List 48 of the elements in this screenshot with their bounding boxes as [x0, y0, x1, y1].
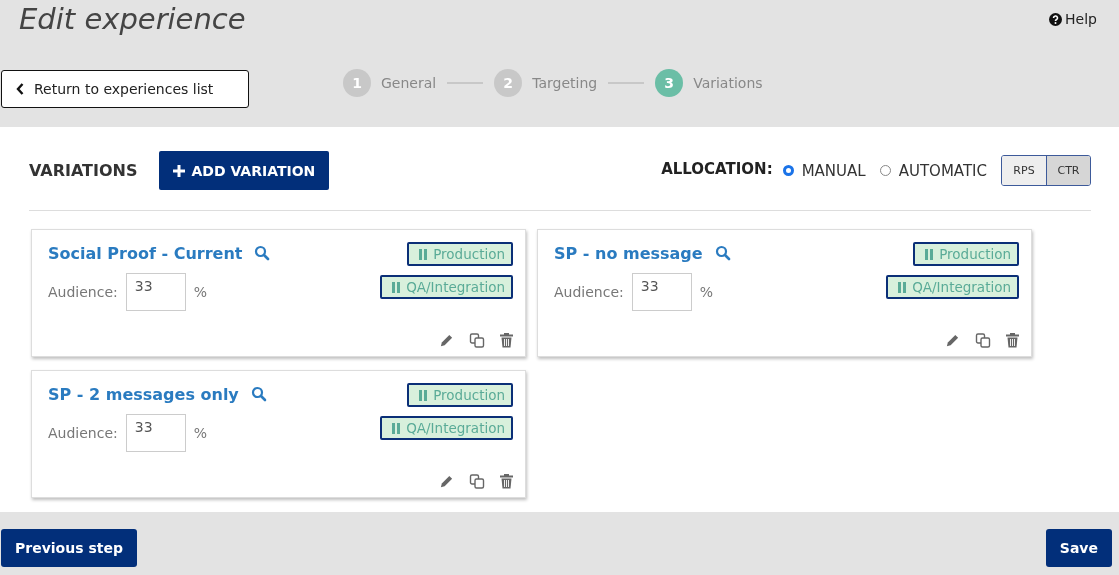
- help-icon: [1049, 12, 1063, 26]
- radio-label[interactable]: MANUAL: [801, 161, 866, 180]
- pause-icon: [392, 281, 401, 293]
- variation-name[interactable]: SP - 2 messages only: [48, 385, 239, 404]
- audience-label: Audience:: [554, 284, 624, 300]
- copy-icon[interactable]: [469, 473, 485, 489]
- trash-icon[interactable]: [1006, 333, 1019, 348]
- audience-input[interactable]: 33: [125, 273, 186, 311]
- radio-button[interactable]: [782, 165, 794, 176]
- audience-input[interactable]: 33: [125, 414, 186, 452]
- radio-button[interactable]: [879, 165, 891, 176]
- back-button[interactable]: Return to experiences list: [1, 70, 249, 108]
- pencil-icon[interactable]: [945, 333, 960, 348]
- add-variation-button[interactable]: ADD VARIATION: [159, 151, 330, 190]
- search-icon[interactable]: [254, 244, 271, 261]
- audience-label: Audience:: [48, 425, 118, 441]
- toggle-button[interactable]: RPS: [1002, 156, 1046, 185]
- pause-icon: [925, 248, 934, 260]
- audience-input[interactable]: 33: [631, 273, 692, 311]
- variation-name[interactable]: SP - no message: [554, 244, 703, 263]
- pause-icon: [392, 422, 401, 434]
- copy-icon[interactable]: [975, 332, 991, 348]
- percent-label: %: [193, 425, 208, 441]
- page-title: Edit experience: [19, 2, 246, 36]
- variation-name[interactable]: Social Proof - Current: [48, 244, 243, 263]
- copy-icon[interactable]: [469, 332, 485, 348]
- percent-label: %: [699, 284, 714, 300]
- audience-label: Audience:: [48, 284, 118, 300]
- trash-icon[interactable]: [500, 474, 513, 489]
- toggle-button[interactable]: CTR: [1046, 156, 1090, 185]
- pause-icon: [419, 389, 428, 401]
- step-number: 3: [655, 69, 684, 97]
- allocation-label: ALLOCATION:: [661, 159, 773, 178]
- section-heading: VARIATIONS: [29, 161, 138, 180]
- trash-icon[interactable]: [500, 333, 513, 348]
- pause-icon: [898, 281, 907, 293]
- search-icon[interactable]: [714, 244, 731, 261]
- pencil-icon[interactable]: [439, 474, 454, 489]
- help-link[interactable]: Help: [1049, 11, 1097, 27]
- save-button[interactable]: Save: [1045, 529, 1112, 567]
- search-icon[interactable]: [250, 385, 267, 402]
- pause-icon: [419, 248, 428, 260]
- pencil-icon[interactable]: [439, 333, 454, 348]
- previous-step-button[interactable]: Previous step: [1, 529, 137, 567]
- percent-label: %: [193, 284, 208, 300]
- radio-label[interactable]: AUTOMATIC: [898, 161, 987, 180]
- plus-icon: [173, 164, 186, 177]
- chevron-left-icon: [16, 83, 24, 95]
